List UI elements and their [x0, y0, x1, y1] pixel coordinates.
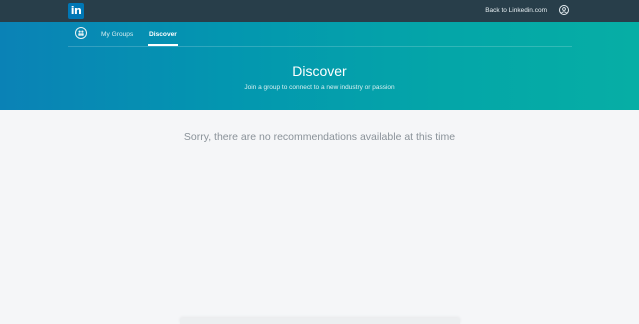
user-circle-icon[interactable] — [559, 5, 569, 15]
empty-state-message: Sorry, there are no recommendations avai… — [183, 131, 456, 143]
page-title: Discover — [292, 63, 347, 79]
tab-discover[interactable]: Discover — [148, 22, 178, 46]
groups-nav: My Groups Discover — [68, 22, 572, 47]
linkedin-logo[interactable]: in — [68, 3, 84, 19]
hero-banner: My Groups Discover Discover Join a group… — [0, 22, 639, 110]
content-card-edge — [180, 318, 460, 324]
tab-my-groups[interactable]: My Groups — [101, 22, 133, 46]
back-to-linkedin-link[interactable]: Back to Linkedin.com — [485, 0, 547, 22]
page-subtitle: Join a group to connect to a new industr… — [244, 84, 395, 91]
groups-icon[interactable] — [75, 27, 87, 39]
top-bar: in Back to Linkedin.com — [0, 0, 639, 22]
